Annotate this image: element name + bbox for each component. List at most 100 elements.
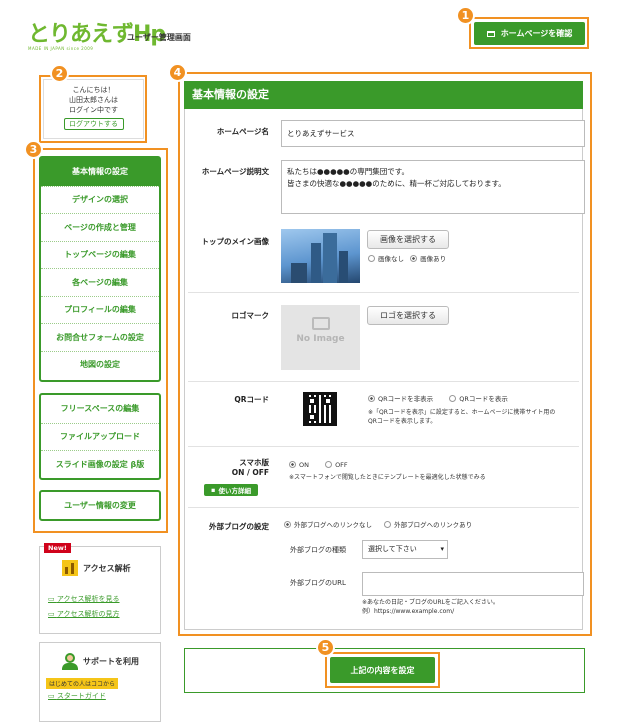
description-textarea[interactable]: 私たちは●●●●●の専門集団です。 皆さまの快適な●●●●●のために、精一杯ご対… <box>281 160 585 214</box>
homepage-name-input[interactable]: とりあえずサービス <box>281 120 585 147</box>
radio-smartphone-on[interactable] <box>289 461 296 468</box>
smartphone-on-label: ON <box>299 461 309 469</box>
main-image-preview <box>281 229 360 283</box>
divider <box>188 292 579 293</box>
image-none-label: 画像なし <box>378 255 404 263</box>
menu-top-page[interactable]: トップページの編集 <box>41 240 159 269</box>
window-icon: ▭ <box>48 610 57 618</box>
divider <box>188 446 579 447</box>
menu-profile[interactable]: プロフィールの編集 <box>41 295 159 324</box>
menu-pages[interactable]: ページの作成と管理 <box>41 213 159 241</box>
view-homepage-label: ホームページを確認 <box>500 29 573 38</box>
chart-icon <box>62 560 78 576</box>
smartphone-label: スマホ版 ON / OFF <box>177 458 269 478</box>
menu-group-main: 基本情報の設定 デザインの選択 ページの作成と管理 トップページの編集 各ページ… <box>39 156 161 382</box>
callout-3: 3 <box>24 140 43 159</box>
qr-code-image <box>302 391 338 427</box>
radio-smartphone-off[interactable] <box>325 461 333 468</box>
window-icon: ▭ <box>48 692 57 700</box>
select-arrow-icon: ▾ <box>440 545 444 553</box>
description-line2: 皆さまの快適な●●●●●のために、精一杯ご対応しております。 <box>287 179 506 188</box>
divider <box>188 507 579 508</box>
menu-design[interactable]: デザインの選択 <box>41 185 159 214</box>
menu-slide-images[interactable]: スライド画像の設定 β版 <box>41 450 159 478</box>
start-guide-link[interactable]: ▭ スタートガイド <box>48 691 106 701</box>
access-link-view-label: アクセス解析を見る <box>56 595 120 603</box>
blog-url-input[interactable] <box>362 572 584 596</box>
blog-url-note-line1: ※あなたの日記・ブログのURLをご記入ください。 <box>362 599 499 606</box>
image-icon <box>311 317 330 330</box>
blog-type-label: 外部ブログの種類 <box>290 546 346 554</box>
menu-user-info[interactable]: ユーザー情報の変更 <box>41 492 159 520</box>
menu-group-user: ユーザー情報の変更 <box>39 490 161 521</box>
greeting-line1: こんにちは！ <box>72 86 115 94</box>
blog-url-note-line2: 例）https://www.example.com/ <box>362 608 455 615</box>
menu-file-upload[interactable]: ファイルアップロード <box>41 422 159 451</box>
access-card: New! アクセス解析 ▭ アクセス解析を見る ▭ アクセス解析の見方 <box>39 543 161 634</box>
blog-no-link-label: 外部ブログへのリンクなし <box>294 521 372 529</box>
panel-title: 基本情報の設定 <box>184 81 583 109</box>
menu-contact-form[interactable]: お問合せフォームの設定 <box>41 323 159 351</box>
select-logo-button[interactable]: ロゴを選択する <box>367 306 449 325</box>
access-link-view[interactable]: ▭ アクセス解析を見る <box>48 594 120 604</box>
menu-free-space[interactable]: フリースペースの編集 <box>41 395 159 423</box>
menu-basic-info[interactable]: 基本情報の設定 <box>41 158 159 186</box>
blog-option-group: 外部ブログへのリンクなし 外部ブログへのリンクあり <box>284 520 472 530</box>
smartphone-note: ※スマートフォンで閲覧したときにテンプレートを最適化した状態でみる <box>289 474 486 481</box>
qr-note-line1: ※「QRコードを表示」に設定すると、ホームページに携帯サイト用の <box>368 409 556 416</box>
window-icon <box>486 30 495 37</box>
description-label: ホームページ説明文 <box>201 167 269 176</box>
smartphone-label-line2: ON / OFF <box>231 468 269 477</box>
radio-qr-hide[interactable] <box>368 395 375 402</box>
image-yes-label: 画像あり <box>420 255 447 263</box>
logout-button[interactable]: ログアウトする <box>63 118 124 130</box>
usage-details-label: 使い方詳細 <box>218 487 251 495</box>
callout-1: 1 <box>456 6 475 25</box>
blog-type-value: 選択して下さい <box>368 545 417 553</box>
smartphone-label-line1: スマホ版 <box>239 458 269 467</box>
menu-each-page[interactable]: 各ページの編集 <box>41 268 159 296</box>
smartphone-option-group: ON OFF <box>289 460 348 470</box>
blog-type-select[interactable]: 選択して下さい ▾ <box>362 540 448 559</box>
smartphone-off-label: OFF <box>335 461 348 469</box>
radio-qr-show[interactable] <box>449 395 457 402</box>
usage-details-button[interactable]: ▪ 使い方詳細 <box>204 484 258 496</box>
callout-2: 2 <box>50 64 69 83</box>
qr-note-line2: QRコードを表示します。 <box>368 418 437 425</box>
new-badge: New! <box>44 543 71 553</box>
blog-link-label: 外部ブログへのリンクあり <box>394 521 473 529</box>
view-homepage-button[interactable]: ホームページを確認 <box>474 22 585 45</box>
support-person-icon <box>62 653 78 671</box>
submit-settings-button[interactable]: 上記の内容を設定 <box>330 657 435 683</box>
access-title: アクセス解析 <box>83 564 131 573</box>
qr-show-label: QRコードを表示 <box>459 395 508 403</box>
support-card: サポートを利用 はじめての人はココから ▭ スタートガイド <box>39 642 161 722</box>
beginner-badge: はじめての人はココから <box>46 678 119 689</box>
select-image-button[interactable]: 画像を選択する <box>367 230 449 249</box>
admin-title: ユーザー管理画面 <box>127 33 191 42</box>
access-link-howto[interactable]: ▭ アクセス解析の見方 <box>48 609 120 619</box>
radio-blog-link[interactable] <box>384 521 392 528</box>
blog-url-note: ※あなたの日記・ブログのURLをご記入ください。 例）https://www.e… <box>362 598 499 616</box>
logo-placeholder: No Image <box>281 305 360 370</box>
book-icon: ▪ <box>211 486 216 494</box>
support-title: サポートを利用 <box>83 657 139 666</box>
menu-map[interactable]: 地図の設定 <box>41 350 159 379</box>
blog-label: 外部ブログの設定 <box>209 522 269 531</box>
greeting-line3: ログイン中です <box>69 106 118 114</box>
main-image-label: トップのメイン画像 <box>201 237 270 246</box>
menu-group-extra: フリースペースの編集 ファイルアップロード スライド画像の設定 β版 <box>39 393 161 480</box>
qr-option-group: QRコードを非表示 QRコードを表示 <box>368 394 508 404</box>
callout-5: 5 <box>316 638 335 657</box>
window-icon: ▭ <box>48 595 57 603</box>
access-link-howto-label: アクセス解析の見方 <box>56 610 120 618</box>
greeting-box: こんにちは！ 山田太郎さんは ログイン中です ログアウトする <box>43 79 144 139</box>
radio-image-none[interactable] <box>368 255 375 262</box>
radio-image-yes[interactable] <box>410 255 418 262</box>
qr-label: QRコード <box>234 395 269 404</box>
radio-blog-no-link[interactable] <box>284 521 291 528</box>
greeting-line2: 山田太郎さんは <box>69 96 118 104</box>
blog-url-label: 外部ブログのURL <box>290 579 346 587</box>
no-image-text: No Image <box>296 334 345 344</box>
description-line1: 私たちは●●●●●の専門集団です。 <box>287 167 409 176</box>
